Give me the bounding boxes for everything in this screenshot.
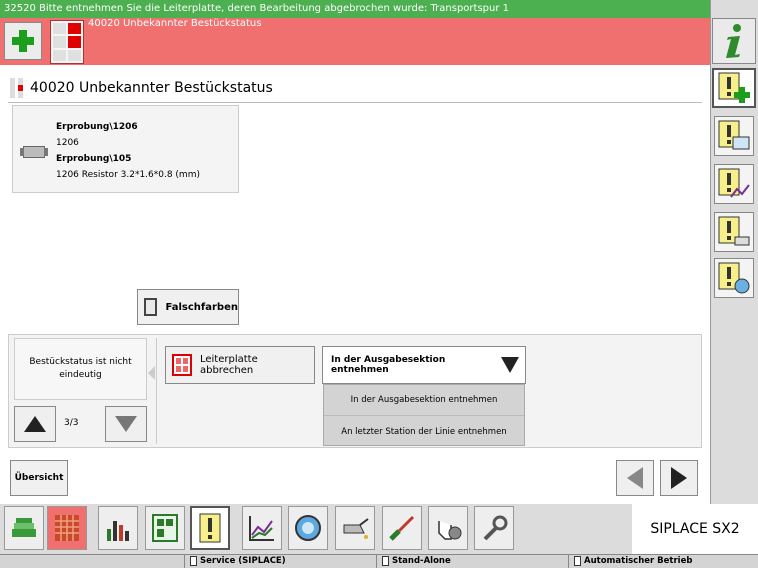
bar-chart-icon bbox=[107, 521, 129, 541]
oil-can-icon bbox=[343, 518, 369, 539]
alert-bar: 40020 Unbekannter Bestückstatus bbox=[0, 18, 710, 65]
brand-label: SIPLACE SX2 bbox=[632, 504, 758, 554]
page-down-button[interactable] bbox=[105, 406, 147, 442]
arrow-left-icon bbox=[627, 467, 643, 489]
task-board-layout-button[interactable] bbox=[145, 506, 185, 550]
abort-board-label: Leiterplatte abbrechen bbox=[199, 354, 258, 376]
component-stack-icon bbox=[12, 518, 36, 537]
task-board-error-button[interactable] bbox=[47, 506, 87, 550]
mode-icon bbox=[382, 556, 389, 566]
next-button[interactable] bbox=[660, 460, 698, 496]
board-layout-icon bbox=[152, 514, 178, 542]
camera-icon bbox=[295, 515, 321, 541]
component-line-4: 1206 Resistor 3.2*1.6*0.8 (mm) bbox=[56, 170, 200, 180]
add-button[interactable] bbox=[4, 22, 42, 60]
message-add-icon bbox=[718, 72, 750, 103]
removal-location-select[interactable]: In der Ausgabesektion entnehmen bbox=[322, 346, 526, 384]
status-user-text: Service (SIPLACE) bbox=[200, 556, 286, 566]
previous-button[interactable] bbox=[616, 460, 654, 496]
error-status-icon bbox=[10, 78, 24, 98]
component-line-2: 1206 bbox=[56, 138, 79, 148]
false-colors-toggle[interactable]: Falschfarben bbox=[137, 289, 239, 325]
message-monitor-icon bbox=[718, 120, 750, 150]
component-line-3: Erprobung\105 bbox=[56, 154, 132, 164]
component-card: Erprobung\1206 1206 Erprobung\105 1206 R… bbox=[12, 105, 239, 193]
task-service-button[interactable] bbox=[474, 506, 514, 550]
side-message-camera-button[interactable] bbox=[714, 258, 754, 298]
status-operation: Automatischer Betrieb bbox=[574, 556, 692, 566]
task-tool-button[interactable] bbox=[382, 506, 422, 550]
hand-gear-icon bbox=[438, 521, 462, 540]
task-messages-button[interactable] bbox=[190, 506, 230, 550]
wrench-icon bbox=[483, 515, 508, 541]
info-button[interactable] bbox=[712, 18, 756, 64]
task-manual-settings-button[interactable] bbox=[428, 506, 468, 550]
false-colors-checkbox[interactable] bbox=[144, 298, 158, 316]
abort-board-button[interactable]: Leiterplatte abbrechen bbox=[165, 346, 315, 384]
top-message-bar: 32520 Bitte entnehmen Sie die Leiterplat… bbox=[0, 0, 758, 18]
alert-text: 40020 Unbekannter Bestückstatus bbox=[88, 18, 262, 29]
arrow-down-icon bbox=[115, 416, 137, 432]
overview-button[interactable]: Übersicht bbox=[10, 460, 68, 496]
status-user: Service (SIPLACE) bbox=[190, 556, 286, 566]
info-icon bbox=[726, 24, 741, 58]
plus-icon bbox=[12, 30, 34, 52]
board-abort-icon bbox=[172, 354, 192, 376]
task-maintenance-oil-button[interactable] bbox=[335, 506, 375, 550]
status-operation-text: Automatischer Betrieb bbox=[584, 556, 693, 566]
side-message-chart-button[interactable] bbox=[714, 164, 754, 204]
caret-down-icon bbox=[501, 357, 519, 373]
arrow-up-icon bbox=[24, 416, 46, 432]
panel-pointer bbox=[148, 366, 155, 380]
component-line-1: Erprobung\1206 bbox=[56, 122, 138, 132]
select-value: In der Ausgabesektion entnehmen bbox=[331, 355, 446, 375]
dropdown-option[interactable]: In der Ausgabesektion entnehmen bbox=[324, 385, 524, 416]
status-message: Bestückstatus ist nicht eindeutig bbox=[14, 338, 147, 400]
task-component-stack-button[interactable] bbox=[4, 506, 44, 550]
operation-icon bbox=[574, 556, 581, 566]
task-camera-button[interactable] bbox=[288, 506, 328, 550]
removal-location-dropdown: In der Ausgabesektion entnehmen An letzt… bbox=[323, 384, 525, 446]
status-bar: Service (SIPLACE) Stand-Alone Automatisc… bbox=[0, 554, 758, 568]
panel-separator bbox=[156, 338, 157, 444]
page-title: 40020 Unbekannter Bestückstatus bbox=[30, 80, 273, 96]
side-message-print-button[interactable] bbox=[714, 212, 754, 252]
message-chart-icon bbox=[718, 168, 750, 198]
side-message-monitor-button[interactable] bbox=[714, 116, 754, 156]
message-icon bbox=[199, 513, 221, 543]
task-performance-chart-button[interactable] bbox=[242, 506, 282, 550]
dropdown-option[interactable]: An letzter Station der Linie entnehmen bbox=[324, 416, 524, 447]
status-mode: Stand-Alone bbox=[382, 556, 451, 566]
title-divider bbox=[8, 102, 702, 103]
board-grid-icon bbox=[55, 515, 79, 541]
resistor-chip-icon bbox=[20, 146, 48, 158]
arrow-right-icon bbox=[671, 467, 687, 489]
side-add-message-button[interactable] bbox=[712, 68, 756, 108]
pager-text: 3/3 bbox=[64, 418, 79, 428]
false-colors-label: Falschfarben bbox=[165, 301, 238, 313]
line-chart-icon bbox=[249, 516, 274, 541]
title-row: 40020 Unbekannter Bestückstatus bbox=[10, 74, 273, 102]
status-mode-text: Stand-Alone bbox=[392, 556, 451, 566]
user-icon bbox=[190, 556, 197, 566]
page-up-button[interactable] bbox=[14, 406, 56, 442]
screwdriver-icon bbox=[389, 515, 415, 541]
task-statistics-button[interactable] bbox=[98, 506, 138, 550]
error-indicator-icon bbox=[50, 20, 84, 64]
message-camera-icon bbox=[718, 262, 750, 294]
message-print-icon bbox=[718, 216, 750, 246]
